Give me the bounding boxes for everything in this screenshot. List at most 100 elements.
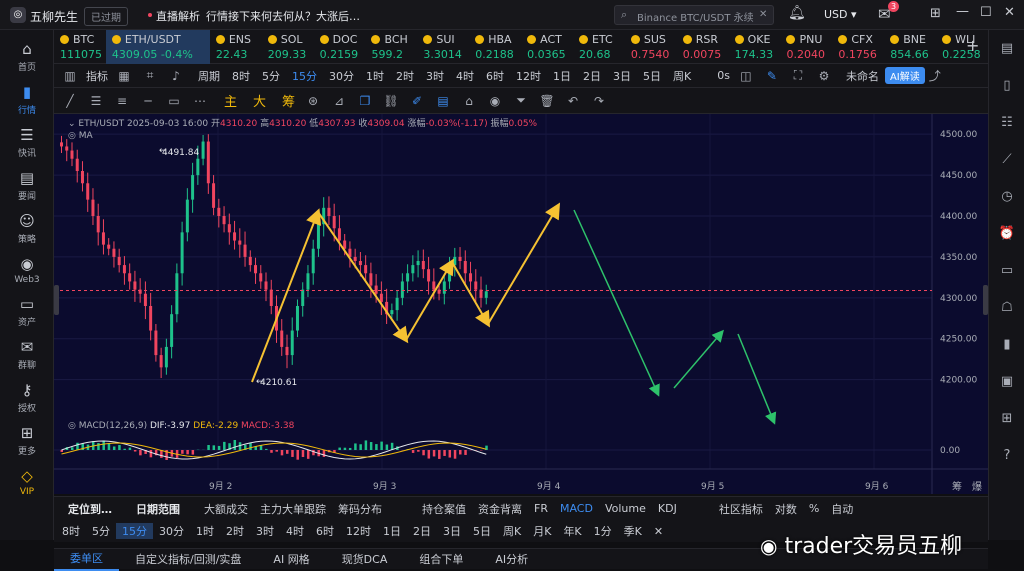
bottom-interval-2[interactable]: 15分 bbox=[116, 523, 153, 539]
nav-item-8[interactable]: ⚷授权 bbox=[0, 381, 54, 414]
candle-type-icon[interactable]: ▥ bbox=[60, 69, 80, 83]
screen-icon[interactable]: ▭ bbox=[989, 252, 1024, 289]
nav-item-1[interactable]: ▮行情 bbox=[0, 83, 54, 116]
clipboard-icon[interactable]: ☖ bbox=[989, 289, 1024, 326]
fullscreen-icon[interactable]: ⛶ bbox=[788, 68, 808, 83]
corner-chip[interactable]: 筹 bbox=[952, 478, 962, 493]
bottom-interval-16[interactable]: 年K bbox=[557, 523, 587, 539]
bottom-tab-13[interactable]: % bbox=[803, 502, 825, 515]
watch-icon[interactable]: ◷ bbox=[989, 178, 1024, 215]
ticker-item[interactable]: SOL209.33 bbox=[262, 30, 314, 64]
interval-12[interactable]: 3日 bbox=[607, 68, 637, 84]
pen-icon[interactable]: ✎ bbox=[762, 69, 782, 83]
footer-tab-4[interactable]: 组合下单 bbox=[403, 548, 479, 570]
bottom-tab-11[interactable]: 社区指标 bbox=[713, 501, 769, 517]
bottom-tab-4[interactable]: 筹码分布 bbox=[332, 501, 388, 517]
ma-label[interactable]: ◎ MA bbox=[68, 131, 93, 141]
chart-area[interactable]: 4500.004450.004400.004350.004300.004250.… bbox=[54, 114, 988, 494]
interval-13[interactable]: 5日 bbox=[637, 68, 667, 84]
ticker-item[interactable]: ACT0.0365 bbox=[521, 30, 573, 64]
bottom-tab-6[interactable]: 资金背离 bbox=[472, 501, 528, 517]
bottom-interval-3[interactable]: 30分 bbox=[153, 523, 190, 539]
bottom-tab-9[interactable]: Volume bbox=[599, 502, 652, 515]
close-icon[interactable]: ✕ bbox=[1004, 5, 1015, 20]
left-collapse-handle[interactable] bbox=[54, 285, 59, 315]
collapse-icon[interactable]: ⌄ bbox=[68, 119, 76, 129]
parallel-lines-icon[interactable]: ☰ bbox=[86, 94, 106, 108]
settings-icon[interactable]: ⚙ bbox=[814, 69, 834, 83]
filter-icon[interactable]: ⏷ bbox=[511, 93, 531, 108]
ticker-item[interactable]: SUS0.7540 bbox=[625, 30, 677, 64]
nav-item-5[interactable]: ◉Web3 bbox=[0, 255, 54, 285]
corner-burst[interactable]: 爆 bbox=[972, 478, 982, 493]
bottom-tab-3[interactable]: 主力大单跟踪 bbox=[254, 501, 332, 517]
lock-icon[interactable]: ⌂ bbox=[459, 94, 479, 108]
interval-7[interactable]: 4时 bbox=[450, 68, 480, 84]
interval-8[interactable]: 6时 bbox=[480, 68, 510, 84]
live-text[interactable]: 行情接下来何去何从？大涨后… bbox=[206, 8, 360, 24]
magnet-icon[interactable]: ⊛ bbox=[303, 94, 323, 108]
bottom-interval-17[interactable]: 1分 bbox=[588, 523, 618, 539]
interval-14[interactable]: 周K bbox=[667, 68, 697, 84]
ticker-item[interactable]: CFX0.1756 bbox=[832, 30, 884, 64]
footer-tab-5[interactable]: AI分析 bbox=[479, 548, 544, 570]
period-button[interactable]: 周期 bbox=[192, 68, 226, 84]
bottom-interval-15[interactable]: 月K bbox=[527, 523, 557, 539]
interval-4[interactable]: 1时 bbox=[360, 68, 390, 84]
layers-icon[interactable]: ❐ bbox=[355, 94, 375, 108]
doc-icon[interactable]: ▣ bbox=[989, 363, 1024, 400]
footer-tab-3[interactable]: 现货DCA bbox=[326, 548, 404, 570]
nav-item-9[interactable]: ⊞更多 bbox=[0, 424, 54, 457]
nav-item-7[interactable]: ✉群聊 bbox=[0, 338, 54, 371]
template-icon[interactable]: ⌗ bbox=[140, 68, 160, 83]
interval-5[interactable]: 2时 bbox=[390, 68, 420, 84]
redo-icon[interactable]: ↷ bbox=[589, 94, 609, 108]
bottom-interval-10[interactable]: 1日 bbox=[377, 523, 407, 539]
currency-select[interactable]: USD ▾ bbox=[824, 8, 857, 21]
close-intervals-icon[interactable]: ✕ bbox=[648, 525, 669, 538]
refresh-label[interactable]: 0s bbox=[711, 69, 736, 82]
ticker-item[interactable]: OKE174.33 bbox=[729, 30, 781, 64]
footer-tab-2[interactable]: AI 网格 bbox=[257, 548, 325, 570]
camera-icon[interactable]: ◫ bbox=[736, 69, 756, 83]
ticker-item[interactable]: BCH599.2 bbox=[365, 30, 417, 64]
bottom-tab-1[interactable]: 日期范围 bbox=[130, 501, 186, 517]
ticker-item[interactable]: HBA0.2188 bbox=[469, 30, 521, 64]
interval-10[interactable]: 1日 bbox=[547, 68, 577, 84]
bars-icon[interactable]: ▮ bbox=[989, 326, 1024, 363]
nav-item-4[interactable]: ☺策略 bbox=[0, 212, 54, 245]
clear-icon[interactable]: ✕ bbox=[759, 9, 767, 20]
bell-icon[interactable]: 🔔︎ bbox=[788, 5, 806, 21]
bottom-interval-13[interactable]: 5日 bbox=[467, 523, 497, 539]
interval-6[interactable]: 3时 bbox=[420, 68, 450, 84]
bottom-interval-1[interactable]: 5分 bbox=[86, 523, 116, 539]
price-chart-svg[interactable]: 4500.004450.004400.004350.004300.004250.… bbox=[54, 114, 988, 494]
layout-name[interactable]: 未命名 bbox=[840, 68, 885, 84]
link-icon[interactable]: ⛓ bbox=[381, 94, 401, 108]
bottom-interval-11[interactable]: 2日 bbox=[407, 523, 437, 539]
bottom-interval-4[interactable]: 1时 bbox=[190, 523, 220, 539]
ticker-item[interactable]: WLI0.2258 bbox=[936, 30, 988, 64]
bottom-tab-14[interactable]: 自动 bbox=[825, 501, 859, 517]
interval-9[interactable]: 12时 bbox=[510, 68, 547, 84]
ticker-item[interactable]: BTC111075 bbox=[54, 30, 106, 64]
rectangle-icon[interactable]: ▭ bbox=[164, 94, 184, 108]
bottom-interval-12[interactable]: 3日 bbox=[437, 523, 467, 539]
bottom-tab-10[interactable]: KDJ bbox=[652, 502, 683, 515]
status-badge[interactable]: 已过期 bbox=[84, 7, 128, 26]
footer-tab-0[interactable]: 委单区 bbox=[54, 547, 119, 571]
maximize-icon[interactable]: ☐ bbox=[980, 5, 992, 20]
ticker-item[interactable]: RSR0.0075 bbox=[677, 30, 729, 64]
calendar-icon[interactable]: ▦ bbox=[114, 69, 134, 83]
ai-button[interactable]: AI解读 bbox=[885, 67, 925, 84]
chip-tool-label[interactable]: 筹 bbox=[282, 91, 295, 110]
bottom-tab-12[interactable]: 对数 bbox=[769, 501, 803, 517]
bottom-interval-18[interactable]: 季K bbox=[618, 523, 648, 539]
ticker-item[interactable]: ETC20.68 bbox=[573, 30, 625, 64]
ticker-item[interactable]: ETH/USDT4309.05 -0.4% bbox=[106, 30, 210, 64]
undo-icon[interactable]: ↶ bbox=[563, 94, 583, 108]
bottom-interval-7[interactable]: 4时 bbox=[280, 523, 310, 539]
orderbook-icon[interactable]: ▤ bbox=[989, 30, 1024, 67]
grid-icon[interactable]: ⊞ bbox=[989, 400, 1024, 437]
trash-icon[interactable]: 🗑︎ bbox=[537, 94, 557, 108]
